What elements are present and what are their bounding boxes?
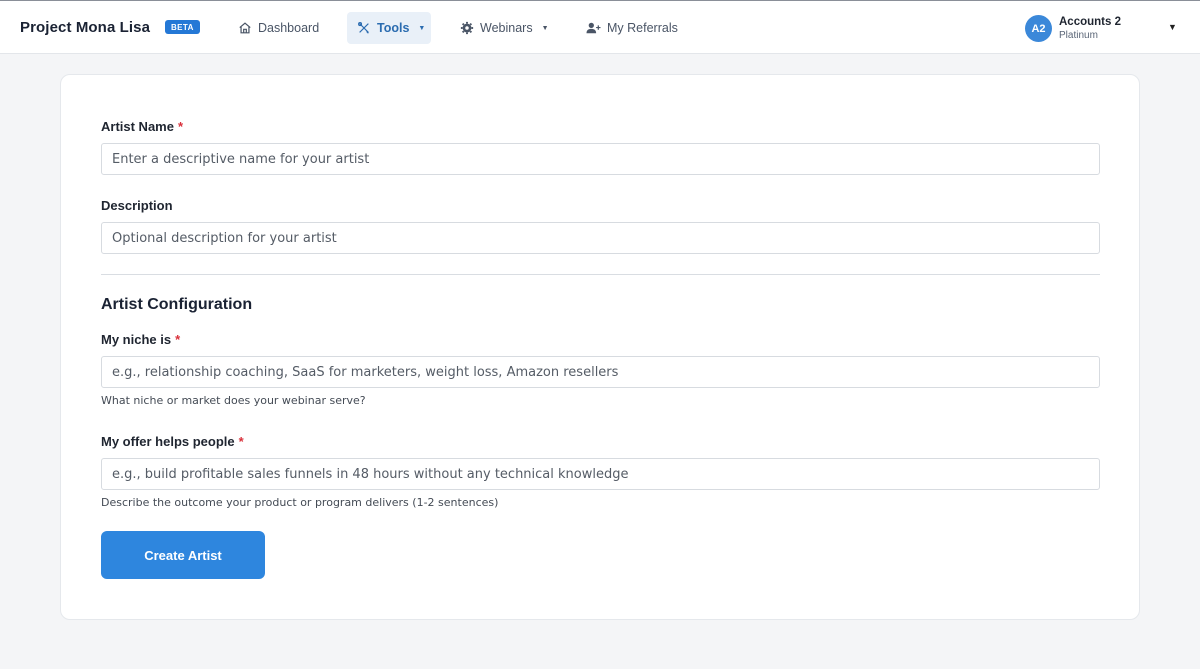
nav-webinars-label: Webinars [480,21,533,35]
nav-referrals-label: My Referrals [607,21,678,35]
offer-label: My offer helps people * [101,434,244,449]
chevron-down-icon: ▼ [541,24,549,32]
chevron-down-icon[interactable]: ▼ [1168,22,1177,32]
required-mark: * [238,434,244,449]
account-name[interactable]: Accounts 2 [1059,16,1121,28]
section-divider [101,274,1100,275]
tools-icon [357,21,371,35]
avatar[interactable]: A2 [1025,15,1052,42]
niche-help-text: What niche or market does your webinar s… [101,394,366,407]
offer-help-text: Describe the outcome your product or pro… [101,496,499,509]
offer-input[interactable] [101,458,1100,490]
artist-name-label-text: Artist Name [101,119,174,134]
nav-tools-label: Tools [377,21,410,35]
gear-icon [460,21,474,35]
niche-label: My niche is * [101,332,180,347]
required-mark: * [175,332,181,347]
description-label: Description [101,198,173,213]
nav-referrals[interactable]: My Referrals [576,12,688,44]
chevron-down-icon: ▼ [418,24,426,32]
artist-name-label: Artist Name * [101,119,183,134]
nav-dashboard-label: Dashboard [258,21,320,35]
home-icon [238,21,252,35]
description-input[interactable] [101,222,1100,254]
section-title: Artist Configuration [101,296,253,313]
offer-label-text: My offer helps people [101,434,235,449]
nav-webinars[interactable]: Webinars ▼ [450,12,559,44]
create-artist-card: Artist Name* Description Artist Configur… [60,74,1140,620]
nav-tools[interactable]: Tools ▼ [347,12,431,44]
brand-title[interactable]: Project Mona Lisa [20,19,150,36]
create-artist-button[interactable]: Create Artist [101,531,265,579]
beta-badge: BETA [165,20,200,34]
nav-dashboard[interactable]: Dashboard [228,12,329,44]
top-navbar: Project Mona Lisa BETA Dashboard Tools ▼ [0,0,1200,54]
required-mark: * [177,119,184,134]
account-plan: Platinum [1059,30,1098,41]
niche-label-text: My niche is [101,332,172,347]
niche-input[interactable] [101,356,1100,388]
artist-name-input[interactable] [101,143,1100,175]
user-plus-icon [586,21,601,35]
